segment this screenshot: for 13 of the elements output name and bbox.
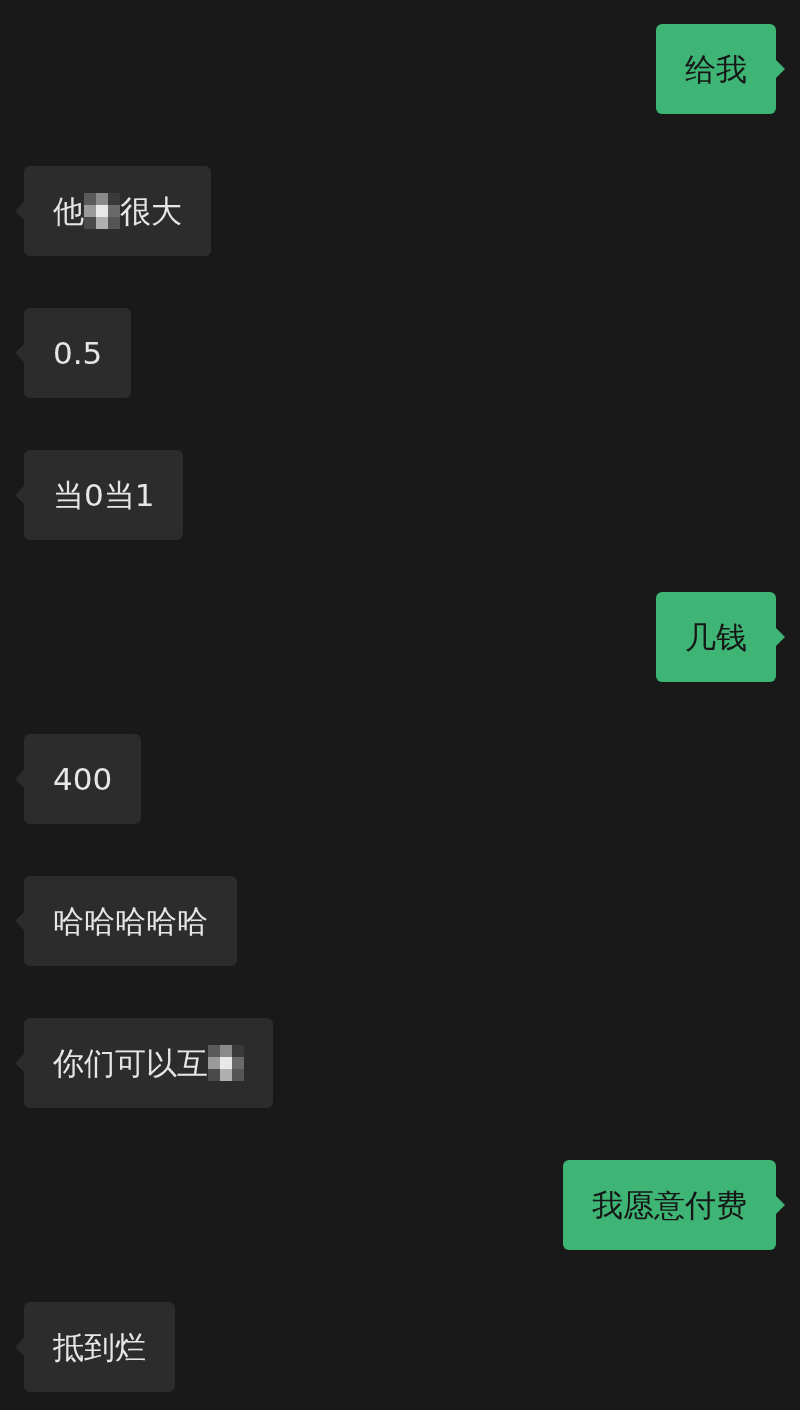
bubble-tail	[776, 1196, 785, 1214]
message-bubble: 抵到烂	[24, 1302, 175, 1392]
message-bubble: 你们可以互	[24, 1018, 273, 1108]
bubble-tail	[776, 628, 785, 646]
message-bubble: 哈哈哈哈哈	[24, 876, 237, 966]
message-bubble: 他 很大	[24, 166, 211, 256]
message-bubble: 给我	[656, 24, 776, 114]
message-bubble: 我愿意付费	[563, 1160, 776, 1250]
message-bubble: 400	[24, 734, 142, 824]
message-bubble: 0.5	[24, 308, 132, 398]
message-bubble: 当0当1	[24, 450, 184, 540]
message-bubble: 几钱	[656, 592, 776, 682]
bubble-tail	[776, 60, 785, 78]
